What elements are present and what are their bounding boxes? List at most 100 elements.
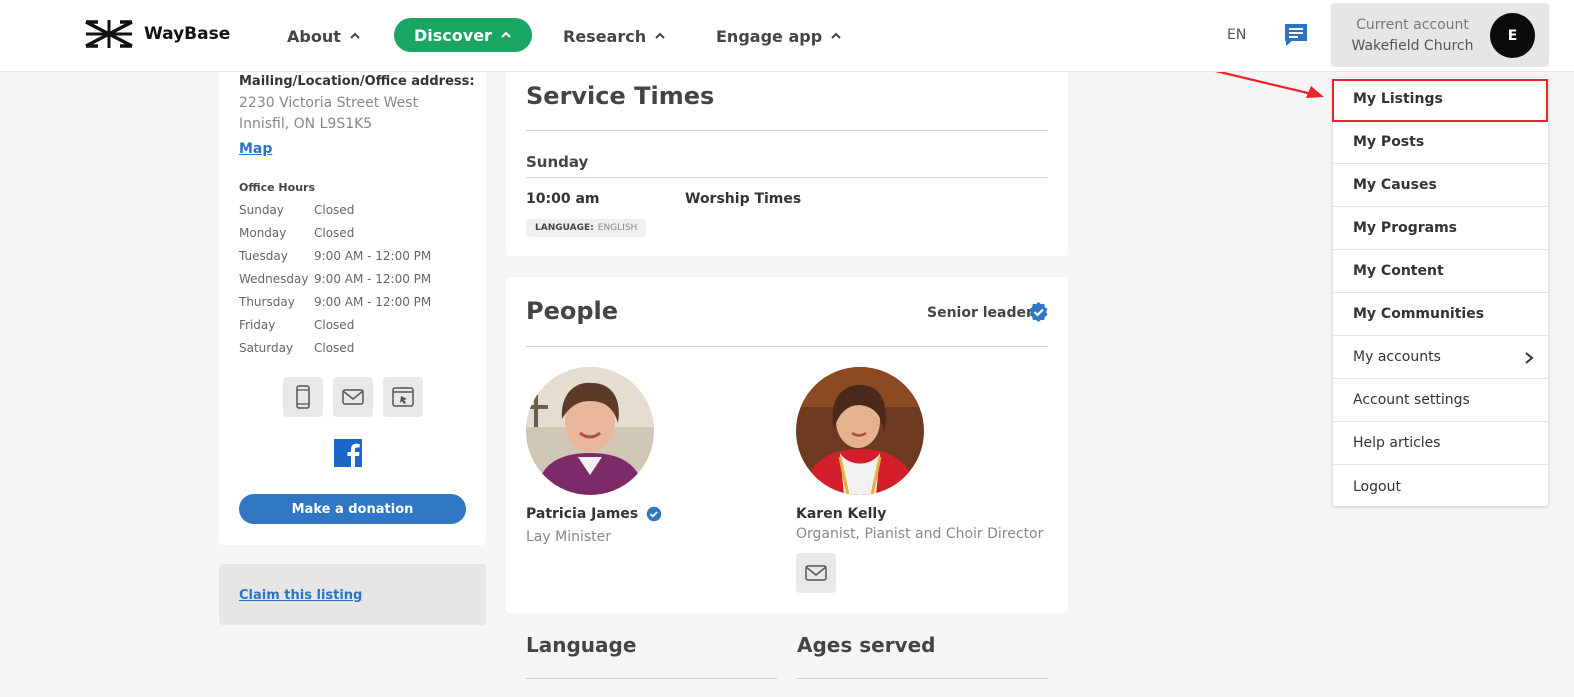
menu-item-my-accounts-label: My accounts	[1353, 349, 1441, 365]
person-name-text: Patricia James	[526, 506, 639, 522]
verified-badge-icon	[1029, 302, 1048, 322]
make-donation-button[interactable]: Make a donation	[239, 494, 466, 524]
service-language-key: LANGUAGE:	[535, 223, 594, 233]
office-hours-day: Tuesday	[239, 249, 288, 263]
waybase-logo[interactable]: WayBase	[84, 16, 230, 52]
divider	[526, 346, 1048, 347]
phone-icon	[296, 385, 310, 409]
ages-served-section-title: Ages served	[797, 633, 936, 657]
current-account-switcher[interactable]: Current account Wakefield Church E	[1331, 3, 1549, 67]
office-hours-time: Closed	[314, 318, 355, 332]
menu-item-my-communities[interactable]: My Communities	[1333, 293, 1548, 336]
address-line-2: Innisfil, ON L9S1K5	[239, 116, 373, 132]
person-role: Lay Minister	[526, 529, 611, 545]
nav-engage-app-label: Engage app	[716, 26, 823, 46]
office-hours-time: Closed	[314, 203, 355, 217]
facebook-icon[interactable]	[334, 439, 362, 467]
menu-item-my-accounts[interactable]: My accounts	[1333, 336, 1548, 379]
chevron-up-icon	[350, 32, 360, 39]
office-hours-title: Office Hours	[239, 181, 315, 194]
nav-research[interactable]: Research	[563, 20, 666, 52]
person-photo[interactable]	[526, 367, 654, 495]
menu-item-my-listings[interactable]: My Listings	[1333, 78, 1548, 121]
office-hours-day: Saturday	[239, 341, 294, 355]
office-hours-row: Tuesday 9:00 AM - 12:00 PM	[239, 249, 431, 263]
office-hours-day: Monday	[239, 226, 287, 240]
top-navigation-bar: WayBase About Discover Research Engage a…	[0, 0, 1574, 72]
mail-icon	[805, 565, 827, 581]
nav-discover[interactable]: Discover	[394, 18, 532, 52]
service-day: Sunday	[526, 153, 589, 171]
verified-badge-icon	[647, 506, 662, 522]
language-selector[interactable]: EN	[1227, 27, 1246, 43]
chat-icon[interactable]	[1282, 21, 1310, 49]
office-hours-row: Thursday 9:00 AM - 12:00 PM	[239, 295, 431, 309]
menu-item-account-settings[interactable]: Account settings	[1333, 379, 1548, 422]
nav-engage-app[interactable]: Engage app	[716, 20, 842, 52]
person-role: Organist, Pianist and Choir Director	[796, 526, 1044, 542]
service-times-card: Service Times Sunday 10:00 am Worship Ti…	[506, 55, 1068, 256]
office-hours-row: Sunday Closed	[239, 203, 354, 217]
chevron-up-icon	[655, 32, 665, 39]
mail-icon	[342, 389, 364, 405]
person-photo[interactable]	[796, 367, 924, 495]
account-dropdown-menu: My Listings My Posts My Causes My Progra…	[1333, 78, 1548, 506]
office-hours-row: Monday Closed	[239, 226, 354, 240]
divider	[526, 678, 777, 679]
address-title: Mailing/Location/Office address:	[239, 74, 475, 89]
person-name[interactable]: Karen Kelly	[796, 506, 886, 522]
email-button[interactable]	[333, 377, 373, 417]
menu-item-help-articles[interactable]: Help articles	[1333, 422, 1548, 465]
menu-item-my-causes[interactable]: My Causes	[1333, 164, 1548, 207]
divider	[526, 130, 1048, 131]
current-account-name: Wakefield Church	[1351, 38, 1474, 54]
menu-item-logout[interactable]: Logout	[1333, 465, 1548, 508]
phone-button[interactable]	[283, 377, 323, 417]
menu-item-my-posts[interactable]: My Posts	[1333, 121, 1548, 164]
office-hours-day: Wednesday	[239, 272, 309, 286]
senior-leader-filter[interactable]: Senior leader	[927, 305, 1033, 321]
service-language-badge: LANGUAGE: ENGLISH	[526, 219, 647, 237]
chevron-up-icon	[831, 32, 841, 39]
service-time: 10:00 am	[526, 191, 600, 207]
language-section-title: Language	[526, 633, 637, 657]
office-hours-time: 9:00 AM - 12:00 PM	[314, 272, 432, 286]
waybase-logo-icon	[85, 20, 133, 48]
contact-info-card: Mailing/Location/Office address: 2230 Vi…	[219, 55, 486, 545]
office-hours-row: Friday Closed	[239, 318, 354, 332]
nav-about-label: About	[287, 26, 341, 46]
brand-name: WayBase	[144, 24, 231, 44]
service-times-title: Service Times	[526, 82, 715, 110]
chevron-right-icon	[1525, 352, 1534, 364]
nav-discover-label: Discover	[414, 25, 492, 45]
website-button[interactable]	[383, 377, 423, 417]
office-hours-time: Closed	[314, 226, 355, 240]
nav-research-label: Research	[563, 26, 647, 46]
avatar[interactable]: E	[1490, 13, 1535, 58]
person-email-button[interactable]	[796, 553, 836, 593]
current-account-label: Current account	[1356, 17, 1469, 33]
office-hours-time: 9:00 AM - 12:00 PM	[314, 249, 432, 263]
person-name-text: Karen Kelly	[796, 506, 887, 522]
map-link[interactable]: Map	[239, 141, 272, 157]
office-hours-time: Closed	[314, 341, 355, 355]
menu-item-my-programs[interactable]: My Programs	[1333, 207, 1548, 250]
people-card: People Senior leader Patricia James Lay …	[506, 277, 1068, 613]
office-hours-time: 9:00 AM - 12:00 PM	[314, 295, 432, 309]
chevron-up-icon	[501, 31, 511, 38]
person-name[interactable]: Patricia James	[526, 506, 662, 522]
divider	[797, 678, 1048, 679]
service-language-value: ENGLISH	[597, 223, 638, 233]
claim-listing-card: Claim this listing	[219, 564, 486, 625]
office-hours-day: Thursday	[239, 295, 295, 309]
nav-about[interactable]: About	[287, 20, 361, 52]
browser-cursor-icon	[392, 387, 414, 407]
address-line-1: 2230 Victoria Street West	[239, 95, 419, 111]
menu-item-my-content[interactable]: My Content	[1333, 250, 1548, 293]
people-title: People	[526, 297, 619, 325]
claim-listing-link[interactable]: Claim this listing	[239, 588, 362, 603]
office-hours-day: Friday	[239, 318, 276, 332]
divider	[526, 177, 1048, 178]
service-name: Worship Times	[685, 191, 802, 207]
office-hours-day: Sunday	[239, 203, 284, 217]
